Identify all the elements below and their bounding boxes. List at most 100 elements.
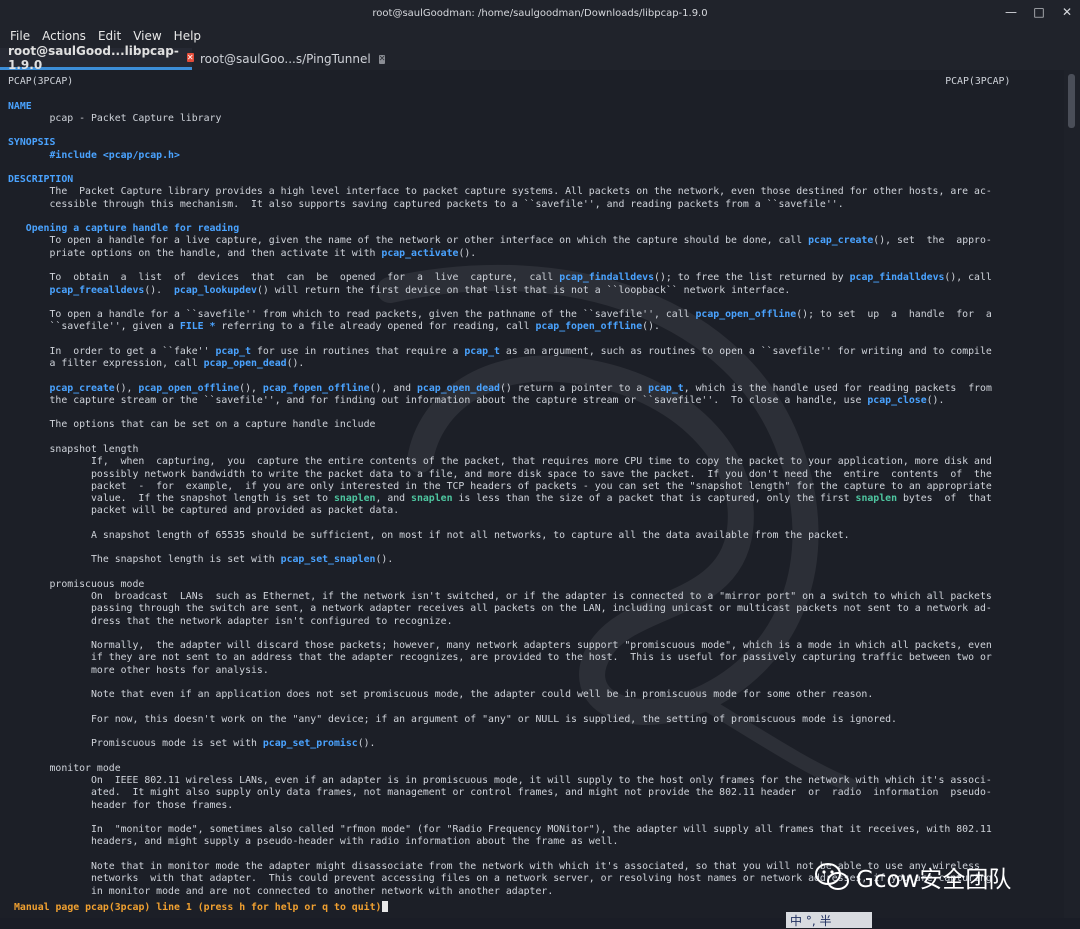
terminal-cursor xyxy=(382,901,389,912)
text: For now, this doesn't work on the "any" … xyxy=(90,713,897,725)
man-page-content: PCAP(3PCAP) PCAP(3PCAP) NAME pcap - Packe… xyxy=(8,76,1038,898)
text: (). xyxy=(642,321,660,333)
option-title: promiscuous mode xyxy=(49,578,145,590)
text: () return a pointer to a xyxy=(499,382,649,394)
maximize-icon[interactable]: □ xyxy=(1032,5,1046,19)
text: (). xyxy=(926,394,945,406)
section-name: NAME xyxy=(8,100,32,112)
type-ref: pcap_t xyxy=(215,345,252,357)
option-title: monitor mode xyxy=(49,762,121,774)
desc-line: cessible through this mechanism. It also… xyxy=(49,198,844,210)
func-ref: pcap_activate xyxy=(381,247,459,259)
text: (), xyxy=(239,382,263,394)
type-ref: FILE * xyxy=(179,321,216,333)
func-ref: pcap_set_snaplen xyxy=(280,554,376,566)
func-ref: pcap_create xyxy=(808,235,874,247)
text: On broadcast LANs such as Ethernet, if t… xyxy=(90,591,992,603)
func-ref: pcap_open_dead xyxy=(203,358,287,370)
text: packet will be captured and provided as … xyxy=(90,505,400,517)
text: priate options on the handle, and then a… xyxy=(49,247,382,259)
func-ref: pcap_fopen_offline xyxy=(535,321,643,333)
text: for use in routines that require a xyxy=(251,345,465,357)
tab-pingtunnel[interactable]: root@saulGoo...s/PingTunnel ✕ xyxy=(192,48,386,70)
window-titlebar: root@saulGoodman: /home/saulgoodman/Down… xyxy=(0,0,1080,26)
text: (). xyxy=(375,554,394,566)
func-ref: pcap_freealldevs xyxy=(49,284,145,296)
tab-libpcap[interactable]: root@saulGood...libpcap-1.9.0 ✕ xyxy=(0,44,194,72)
menu-file[interactable]: File xyxy=(4,29,36,43)
man-header-left: PCAP(3PCAP) xyxy=(8,76,74,87)
func-ref: pcap_findalldevs xyxy=(559,272,655,284)
param-ref: snaplen xyxy=(411,493,453,505)
minimize-icon[interactable]: — xyxy=(1004,5,1018,19)
tab-label: root@saulGoo...s/PingTunnel xyxy=(200,52,371,66)
menu-actions[interactable]: Actions xyxy=(36,29,92,43)
menu-view[interactable]: View xyxy=(127,29,167,43)
text: On IEEE 802.11 wireless LANs, even if an… xyxy=(90,775,992,787)
text: dress that the network adapter isn't con… xyxy=(90,615,453,627)
type-ref: pcap_t xyxy=(648,382,684,394)
text: To open a handle for a ``savefile'' from… xyxy=(49,309,696,321)
pager-status-line: Manual page pcap(3pcap) line 1 (press h … xyxy=(14,901,389,914)
text: To obtain a list of devices that can be … xyxy=(49,272,560,284)
include-line: #include <pcap/pcap.h> xyxy=(49,149,180,161)
text: (). xyxy=(458,247,477,259)
text: Normally, the adapter will discard those… xyxy=(90,640,992,652)
text: as an argument, such as routines to open… xyxy=(499,345,992,357)
text: more other hosts for analysis. xyxy=(90,664,269,676)
text: ated. It might also supply only data fra… xyxy=(90,787,992,799)
text: header for those frames. xyxy=(90,799,234,811)
text: value. If the snapshot length is set to xyxy=(90,493,334,505)
text: (); to set up a handle for a xyxy=(796,309,992,321)
text: , and xyxy=(375,493,412,505)
close-icon[interactable]: ✕ xyxy=(1060,5,1074,19)
input-method-bar[interactable]: 中 °, 半 xyxy=(786,912,872,928)
func-ref: pcap_open_offline xyxy=(695,309,797,321)
terminal-output[interactable]: PCAP(3PCAP) PCAP(3PCAP) NAME pcap - Packe… xyxy=(0,70,1064,918)
scrollbar-thumb[interactable] xyxy=(1068,74,1075,128)
wechat-logo-icon xyxy=(815,863,849,890)
text: () will return the first device on that … xyxy=(256,284,791,296)
param-ref: snaplen xyxy=(333,493,376,505)
tab-bar: root@saulGood...libpcap-1.9.0 ✕ root@sau… xyxy=(0,44,1080,72)
tab-close-icon[interactable]: ✕ xyxy=(378,54,386,64)
text: If, when capturing, you capture the enti… xyxy=(90,456,992,468)
text: is less than the size of a packet that i… xyxy=(452,493,856,505)
wechat-brand-watermark: Gcow安全团队 xyxy=(814,860,1011,894)
menu-edit[interactable]: Edit xyxy=(92,29,127,43)
text: bytes of that xyxy=(897,493,992,505)
func-ref: pcap_set_promisc xyxy=(262,738,358,750)
man-header-right: PCAP(3PCAP) xyxy=(945,76,1011,87)
func-ref: pcap_create xyxy=(49,382,115,394)
text: (); to free the list returned by xyxy=(654,272,850,284)
ime-text: 中 °, 半 xyxy=(790,913,832,928)
text: (). xyxy=(357,738,376,750)
text: (), set the appro- xyxy=(873,235,992,247)
window-title: root@saulGoodman: /home/saulgoodman/Down… xyxy=(372,7,708,19)
status-text: Manual page pcap(3pcap) line 1 (press h … xyxy=(14,902,382,913)
man-header: PCAP(3PCAP) PCAP(3PCAP) xyxy=(8,76,1038,88)
text: a filter expression, call xyxy=(49,358,204,370)
section-description: DESCRIPTION xyxy=(8,174,74,186)
func-ref: pcap_findalldevs xyxy=(849,272,945,284)
text: ``savefile'', given a xyxy=(49,321,180,333)
menu-help[interactable]: Help xyxy=(168,29,207,43)
text: (), call xyxy=(944,272,992,284)
text: The options that can be set on a capture… xyxy=(49,419,376,431)
text: (), and xyxy=(369,382,417,394)
window-controls: — □ ✕ xyxy=(1004,5,1074,19)
func-ref: pcap_lookupdev xyxy=(173,284,257,296)
text: In "monitor mode", sometimes also called… xyxy=(90,824,992,836)
text: , which is the handle used for reading p… xyxy=(683,382,992,394)
terminal-scrollbar[interactable] xyxy=(1064,70,1080,918)
text: Note that even if an application does no… xyxy=(90,689,874,701)
section-synopsis: SYNOPSIS xyxy=(8,137,56,149)
text: A snapshot length of 65535 should be suf… xyxy=(90,529,850,541)
text: (). xyxy=(144,284,174,296)
desc-line: The Packet Capture library provides a hi… xyxy=(49,186,992,198)
text: headers, and might supply a pseudo-heade… xyxy=(90,836,619,848)
text: in monitor mode and are not connected to… xyxy=(90,885,554,897)
type-ref: pcap_t xyxy=(464,345,500,357)
option-title: snapshot length xyxy=(49,443,139,455)
tab-label: root@saulGood...libpcap-1.9.0 xyxy=(8,43,179,72)
